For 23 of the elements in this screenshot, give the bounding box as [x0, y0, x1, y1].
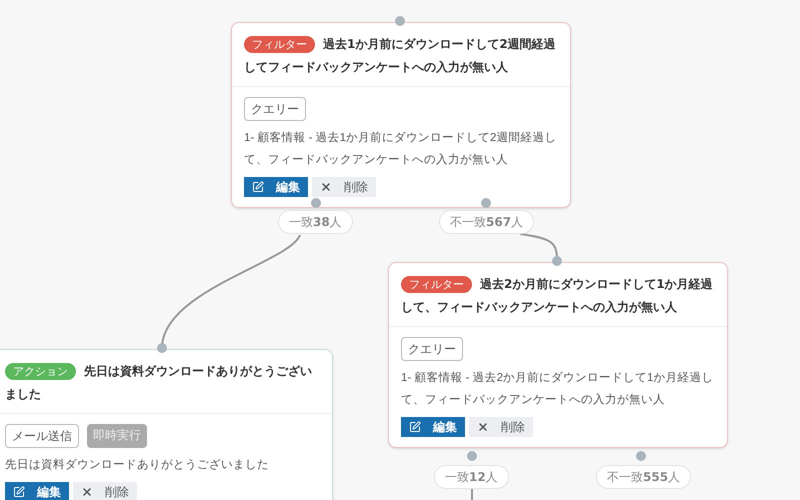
node-title: アクション 先日は資料ダウンロードありがとうございました	[5, 362, 313, 403]
node-description: 先日は資料ダウンロードありがとうございました	[5, 458, 270, 473]
node-title: フィルター 過去1か月前にダウンロードして2週間経過してフィードバックアンケートへの入力が無い人	[244, 35, 557, 76]
delete-button[interactable]: 削除	[469, 417, 533, 437]
node-type-badge: アクション	[5, 363, 76, 380]
edit-button[interactable]: 編集	[401, 417, 465, 437]
branch-count: 一致12人	[434, 465, 509, 489]
edit-button[interactable]: 編集	[244, 177, 308, 197]
status-tag: 即時実行	[87, 424, 147, 448]
node-description: 1- 顧客情報 - 過去2か月前にダウンロードして1か月経過して、フィードバックアンケートへの入力が無い人	[401, 370, 714, 408]
node-type-badge: フィルター	[401, 276, 472, 293]
query-tag: クエリー	[244, 97, 306, 121]
query-tag: クエリー	[401, 337, 463, 361]
delete-button[interactable]: 削除	[73, 482, 137, 500]
branch-count: 不一致555人	[596, 465, 692, 489]
node-title: フィルター 過去2か月前にダウンロードして1か月経過して、フィードバックアンケートへの入力が無い人	[401, 275, 714, 316]
node-type-badge: フィルター	[244, 36, 315, 53]
query-tag: メール送信	[5, 424, 79, 448]
node-description: 1- 顧客情報 - 過去1か月前にダウンロードして2週間経過して、フィードバックアンケートへの入力が無い人	[244, 130, 558, 168]
branch-count: 不一致567人	[439, 210, 534, 234]
edit-button[interactable]: 編集	[5, 482, 69, 500]
branch-count: 一致38人	[278, 210, 353, 234]
delete-button[interactable]: 削除	[312, 177, 376, 197]
